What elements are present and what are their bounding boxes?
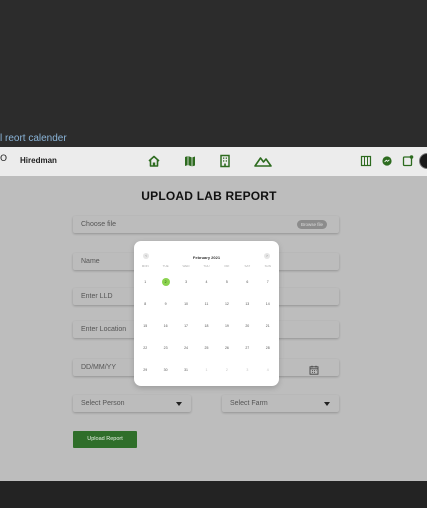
weekday-header: MON TUE WED THU FRI SAT SUN bbox=[135, 264, 278, 268]
weekday-label: WED bbox=[182, 264, 190, 268]
calendar-day[interactable]: 29 bbox=[138, 365, 152, 375]
calendar-day[interactable]: 20 bbox=[240, 321, 254, 331]
page-title: UPLOAD LAB REPORT bbox=[141, 189, 277, 203]
month-label: February 2021 bbox=[192, 255, 221, 260]
calendar-day[interactable]: 1 bbox=[138, 277, 152, 287]
calendar-day-next-month[interactable]: 2 bbox=[220, 365, 234, 375]
weekday-label: SUN bbox=[264, 264, 271, 268]
map-icon[interactable] bbox=[183, 154, 197, 168]
home-icon[interactable] bbox=[147, 154, 161, 168]
mountain-icon[interactable] bbox=[254, 154, 272, 168]
calendar-day[interactable]: 8 bbox=[138, 299, 152, 309]
calendar-day[interactable]: 14 bbox=[261, 299, 275, 309]
calendar-day[interactable]: 3 bbox=[179, 277, 193, 287]
calendar-day[interactable]: 18 bbox=[199, 321, 213, 331]
choose-file-field[interactable]: Choose file Browse file bbox=[73, 216, 339, 233]
brand-name[interactable]: Hiredman bbox=[20, 156, 57, 165]
calendar-day[interactable]: 21 bbox=[261, 321, 275, 331]
lld-placeholder: Enter LLD bbox=[81, 293, 113, 300]
calendar-day[interactable]: 15 bbox=[138, 321, 152, 331]
navbar: O Hiredman bbox=[0, 147, 427, 176]
upload-report-button[interactable]: Upload Report bbox=[73, 431, 137, 448]
building-icon[interactable] bbox=[218, 154, 232, 168]
weekday-label: THU bbox=[203, 264, 210, 268]
calendar-day[interactable]: 16 bbox=[159, 321, 173, 331]
calendar-day[interactable]: 12 bbox=[220, 299, 234, 309]
day-grid: 1 2 3 4 5 6 7 8 9 10 11 12 13 14 15 16 1… bbox=[135, 277, 278, 387]
calendar-day[interactable]: 30 bbox=[159, 365, 173, 375]
nav-edge-glyph: O bbox=[0, 154, 8, 164]
browse-file-button[interactable]: Browse file bbox=[296, 220, 327, 229]
calendar-day[interactable]: 9 bbox=[159, 299, 173, 309]
calendar-week: 29 30 31 1 2 3 4 bbox=[135, 365, 278, 387]
calendar-day[interactable]: 28 bbox=[261, 343, 275, 353]
avatar[interactable] bbox=[419, 153, 427, 169]
calendar-week: 15 16 17 18 19 20 21 bbox=[135, 321, 278, 343]
location-placeholder: Enter Location bbox=[81, 326, 127, 333]
calendar-day[interactable]: 31 bbox=[179, 365, 193, 375]
choose-file-label: Choose file bbox=[81, 221, 117, 228]
calendar-day[interactable]: 23 bbox=[159, 343, 173, 353]
select-person[interactable]: Select Person bbox=[73, 395, 191, 412]
select-person-label: Select Person bbox=[81, 400, 125, 407]
calendar-day[interactable]: 11 bbox=[199, 299, 213, 309]
grid-icon[interactable] bbox=[360, 154, 372, 168]
notification-icon[interactable] bbox=[402, 154, 414, 168]
calendar-day[interactable]: 13 bbox=[240, 299, 254, 309]
calendar-day[interactable]: 4 bbox=[199, 277, 213, 287]
date-picker-popup: ‹ February 2021 › MON TUE WED THU FRI SA… bbox=[134, 241, 279, 386]
calendar-day[interactable]: 19 bbox=[220, 321, 234, 331]
weekday-label: FRI bbox=[224, 264, 230, 268]
calendar-day[interactable]: 25 bbox=[199, 343, 213, 353]
select-farm-label: Select Farm bbox=[230, 400, 268, 407]
calendar-week: 8 9 10 11 12 13 14 bbox=[135, 299, 278, 321]
calendar-day[interactable]: 27 bbox=[240, 343, 254, 353]
chevron-down-icon bbox=[324, 402, 330, 406]
calendar-day[interactable]: 24 bbox=[179, 343, 193, 353]
frame-label: l reort calender bbox=[0, 133, 67, 144]
app-window: O Hiredman UPLOAD LAB REPORT Choose file… bbox=[0, 147, 427, 481]
calendar-day-next-month[interactable]: 3 bbox=[240, 365, 254, 375]
calendar-day-next-month[interactable]: 1 bbox=[199, 365, 213, 375]
calendar-day[interactable]: 22 bbox=[138, 343, 152, 353]
calendar-day[interactable]: 26 bbox=[220, 343, 234, 353]
weekday-label: TUE bbox=[162, 264, 169, 268]
bottom-bar bbox=[0, 481, 427, 508]
calendar-icon[interactable] bbox=[309, 362, 319, 375]
calendar-day-next-month[interactable]: 4 bbox=[261, 365, 275, 375]
next-month-button[interactable]: › bbox=[264, 253, 270, 259]
weekday-label: MON bbox=[141, 264, 149, 268]
calendar-week: 1 2 3 4 5 6 7 bbox=[135, 277, 278, 299]
chevron-down-icon bbox=[176, 402, 182, 406]
calendar-day[interactable]: 17 bbox=[179, 321, 193, 331]
selected-day-number: 2 bbox=[161, 278, 170, 286]
name-placeholder: Name bbox=[81, 258, 100, 265]
date-placeholder: DD/MM/YY bbox=[81, 364, 116, 371]
calendar-week: 22 23 24 25 26 27 28 bbox=[135, 343, 278, 365]
select-farm[interactable]: Select Farm bbox=[222, 395, 339, 412]
calendar-day[interactable]: 5 bbox=[220, 277, 234, 287]
calendar-day[interactable]: 7 bbox=[261, 277, 275, 287]
calendar-day[interactable]: 10 bbox=[179, 299, 193, 309]
calendar-day[interactable]: 6 bbox=[240, 277, 254, 287]
weekday-label: SAT bbox=[244, 264, 251, 268]
calendar-day-selected[interactable]: 2 bbox=[159, 277, 173, 287]
messenger-icon[interactable] bbox=[381, 154, 393, 168]
